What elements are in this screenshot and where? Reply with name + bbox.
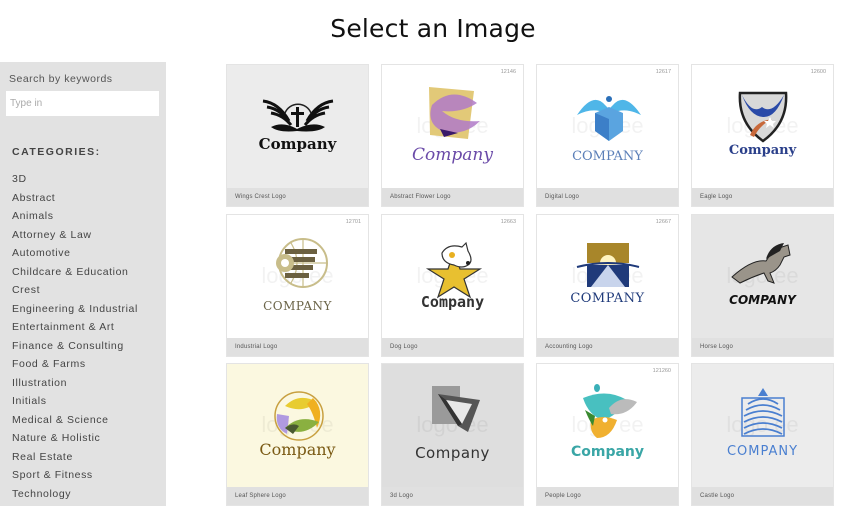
company-text: COMPANY bbox=[263, 299, 332, 313]
sidebar: Search by keywords CATEGORIES: 3D Abstra… bbox=[0, 62, 166, 506]
logo-card-abstract-flower[interactable]: 12146 logo ee Company Abstract Flower Lo… bbox=[381, 64, 524, 207]
logo-card-3d[interactable]: logo ee Company 3d Logo bbox=[381, 363, 524, 506]
logo-card-horse[interactable]: logo ee COMPANY Horse Logo bbox=[691, 214, 834, 357]
category-childcare-education[interactable]: Childcare & Education bbox=[12, 263, 138, 282]
abstract-flower-icon bbox=[429, 87, 480, 139]
company-text: COMPANY bbox=[729, 293, 796, 307]
category-abstract[interactable]: Abstract bbox=[12, 189, 138, 208]
logo-caption: Horse Logo bbox=[692, 338, 833, 356]
search-input[interactable] bbox=[6, 91, 159, 116]
category-crest[interactable]: Crest bbox=[12, 281, 138, 300]
logo-card-castle[interactable]: logo ee COMPANY Castle Logo bbox=[691, 363, 834, 506]
logo-caption: People Logo bbox=[537, 487, 678, 505]
dog-star-icon bbox=[425, 241, 483, 299]
logo-caption: 3d Logo bbox=[382, 487, 523, 505]
logo-caption: Digital Logo bbox=[537, 188, 678, 206]
category-entertainment-art[interactable]: Entertainment & Art bbox=[12, 318, 138, 337]
digital-eagle-cube-icon bbox=[577, 96, 641, 141]
category-nature-holistic[interactable]: Nature & Holistic bbox=[12, 429, 138, 448]
logo-caption: Accounting Logo bbox=[537, 338, 678, 356]
logo-card-eagle[interactable]: 12600 logo ee Company Eagle Logo bbox=[691, 64, 834, 207]
category-list: 3D Abstract Animals Attorney & Law Autom… bbox=[12, 170, 138, 503]
eagle-shield-icon bbox=[738, 91, 788, 143]
logo-card-wings-crest[interactable]: Company Wings Crest Logo bbox=[226, 64, 369, 207]
logo-caption: Wings Crest Logo bbox=[227, 188, 368, 206]
logo-caption: Abstract Flower Logo bbox=[382, 188, 523, 206]
category-engineering-industrial[interactable]: Engineering & Industrial bbox=[12, 300, 138, 319]
category-automotive[interactable]: Automotive bbox=[12, 244, 138, 263]
category-animals[interactable]: Animals bbox=[12, 207, 138, 226]
logo-caption: Leaf Sphere Logo bbox=[227, 487, 368, 505]
3d-cube-icon bbox=[432, 386, 480, 432]
company-text: Company bbox=[415, 444, 490, 462]
logo-card-industrial[interactable]: 12701 logo ee COMPANY Industrial Logo bbox=[226, 214, 369, 357]
category-3d[interactable]: 3D bbox=[12, 170, 138, 189]
people-shapes-icon bbox=[583, 384, 637, 438]
logo-card-people[interactable]: 121260 logo ee Company People Logo bbox=[536, 363, 679, 506]
logo-card-dog[interactable]: 12663 logo ee Company Dog Logo bbox=[381, 214, 524, 357]
categories-heading: CATEGORIES: bbox=[12, 146, 101, 158]
company-text: Company bbox=[570, 444, 645, 460]
company-text: Company bbox=[420, 293, 485, 311]
company-text: Company bbox=[412, 145, 493, 165]
company-text: Company bbox=[728, 143, 797, 158]
category-medical-science[interactable]: Medical & Science bbox=[12, 411, 138, 430]
search-label: Search by keywords bbox=[9, 73, 113, 85]
company-text: COMPANY bbox=[572, 149, 643, 164]
category-initials[interactable]: Initials bbox=[12, 392, 138, 411]
category-real-estate[interactable]: Real Estate bbox=[12, 448, 138, 467]
logo-card-leaf-sphere[interactable]: logo ee Company Leaf Sphere Logo bbox=[226, 363, 369, 506]
category-attorney-law[interactable]: Attorney & Law bbox=[12, 226, 138, 245]
company-text: COMPANY bbox=[570, 291, 645, 306]
logo-caption: Dog Logo bbox=[382, 338, 523, 356]
company-text: Company bbox=[258, 135, 337, 153]
category-sport-fitness[interactable]: Sport & Fitness bbox=[12, 466, 138, 485]
category-finance-consulting[interactable]: Finance & Consulting bbox=[12, 337, 138, 356]
category-illustration[interactable]: Illustration bbox=[12, 374, 138, 393]
castle-tower-icon bbox=[741, 388, 785, 437]
accounting-pyramid-icon bbox=[576, 243, 640, 287]
logo-card-digital[interactable]: 12617 logo ee COMPANY Digital Logo bbox=[536, 64, 679, 207]
logo-caption: Castle Logo bbox=[692, 487, 833, 505]
category-technology[interactable]: Technology bbox=[12, 485, 138, 504]
logo-caption: Eagle Logo bbox=[692, 188, 833, 206]
logo-caption: Industrial Logo bbox=[227, 338, 368, 356]
wings-crest-icon bbox=[262, 99, 334, 132]
industrial-globe-icon bbox=[276, 238, 328, 288]
logo-card-accounting[interactable]: 12667 logo ee COMPANY Accounting Logo bbox=[536, 214, 679, 357]
leaf-sphere-icon bbox=[274, 391, 324, 441]
company-text: Company bbox=[259, 440, 336, 459]
horse-icon bbox=[731, 243, 791, 284]
company-text: COMPANY bbox=[726, 444, 799, 459]
category-food-farms[interactable]: Food & Farms bbox=[12, 355, 138, 374]
page-title: Select an Image bbox=[330, 14, 536, 43]
